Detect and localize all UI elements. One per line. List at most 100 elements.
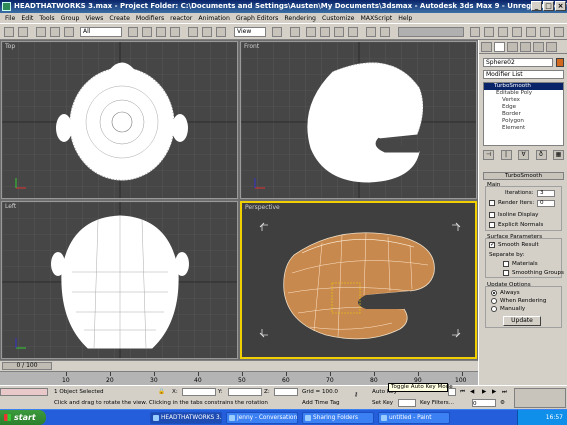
key-filters-button[interactable]: Key Filters...: [420, 399, 456, 407]
viewport-left-label[interactable]: Left: [5, 203, 16, 210]
stack-subitem-polygon[interactable]: Polygon: [484, 118, 563, 125]
prev-frame-icon[interactable]: ◀: [470, 388, 480, 396]
reference-coord-dropdown[interactable]: View: [234, 27, 266, 37]
bind-spacewarp-icon[interactable]: [64, 27, 74, 37]
smoothing-groups-checkbox[interactable]: [503, 270, 509, 276]
redo-icon[interactable]: [18, 27, 28, 37]
viewport-front-label[interactable]: Front: [244, 43, 259, 50]
object-color-swatch[interactable]: [556, 58, 564, 67]
material-editor-icon[interactable]: [512, 27, 522, 37]
menu-file[interactable]: File: [2, 15, 18, 22]
viewport-front[interactable]: Front: [240, 41, 477, 199]
menu-maxscript[interactable]: MAXScript: [357, 15, 395, 22]
move-icon[interactable]: [188, 27, 198, 37]
menu-rendering[interactable]: Rendering: [281, 15, 319, 22]
menu-edit[interactable]: Edit: [18, 15, 36, 22]
update-button[interactable]: Update: [503, 316, 541, 326]
modifier-list-dropdown[interactable]: Modifier List: [483, 70, 564, 79]
x-coordinate-field[interactable]: [182, 388, 216, 396]
update-manually-radio[interactable]: [491, 306, 497, 312]
system-tray-clock[interactable]: 16:57: [517, 410, 567, 425]
mirror-icon[interactable]: [366, 27, 376, 37]
spinner-snap-icon[interactable]: [348, 27, 358, 37]
percent-snap-icon[interactable]: [334, 27, 344, 37]
task-3dsmax[interactable]: HEADTHATWORKS 3....: [150, 412, 222, 424]
configure-sets-icon[interactable]: ▦: [553, 150, 564, 160]
curve-editor-icon[interactable]: [484, 27, 494, 37]
align-icon[interactable]: [380, 27, 390, 37]
quick-render-icon[interactable]: [540, 27, 550, 37]
show-end-result-icon[interactable]: |: [500, 150, 512, 160]
select-object-icon[interactable]: [128, 27, 138, 37]
render-iters-spinner[interactable]: 0: [537, 200, 555, 207]
explicit-normals-checkbox[interactable]: [489, 222, 495, 228]
link-icon[interactable]: [36, 27, 46, 37]
update-when-rendering-radio[interactable]: [491, 298, 497, 304]
layer-manager-icon[interactable]: [470, 27, 480, 37]
lock-selection-icon[interactable]: 🔒: [158, 388, 166, 396]
isoline-display-checkbox[interactable]: [489, 212, 495, 218]
snap-icon[interactable]: [306, 27, 316, 37]
menu-tools[interactable]: Tools: [36, 15, 57, 22]
add-time-tag[interactable]: Add Time Tag: [302, 399, 352, 407]
quick-launch-icons[interactable]: [52, 414, 132, 422]
render-scene-icon[interactable]: [526, 27, 536, 37]
hierarchy-tab-icon[interactable]: [507, 42, 518, 52]
menu-views[interactable]: Views: [82, 15, 106, 22]
materials-checkbox[interactable]: [503, 261, 509, 267]
viewport-navigation-controls[interactable]: [514, 388, 566, 408]
menu-modifiers[interactable]: Modifiers: [133, 15, 167, 22]
render-teapot-icon[interactable]: [554, 27, 564, 37]
stack-subitem-element[interactable]: Element: [484, 125, 563, 132]
scale-icon[interactable]: [216, 27, 226, 37]
pivot-icon[interactable]: [272, 27, 282, 37]
maximize-button[interactable]: □: [543, 1, 554, 11]
goto-end-icon[interactable]: ⏭: [502, 388, 512, 396]
stack-subitem-vertex[interactable]: Vertex: [484, 97, 563, 104]
key-icon[interactable]: ⚷: [354, 391, 366, 399]
viewport-top-label[interactable]: Top: [5, 43, 15, 50]
close-button[interactable]: ×: [555, 1, 566, 11]
menu-animation[interactable]: Animation: [195, 15, 233, 22]
viewport-perspective[interactable]: Perspective: [240, 201, 477, 359]
task-paint[interactable]: untitled - Paint: [378, 412, 450, 424]
select-by-name-icon[interactable]: [142, 27, 152, 37]
named-selection-sets[interactable]: [398, 27, 464, 37]
undo-icon[interactable]: [4, 27, 14, 37]
menu-customize[interactable]: Customize: [319, 15, 357, 22]
utilities-tab-icon[interactable]: [546, 42, 557, 52]
next-frame-icon[interactable]: ▶: [492, 388, 502, 396]
angle-snap-icon[interactable]: [320, 27, 330, 37]
maxscript-listener[interactable]: [0, 388, 48, 396]
z-coordinate-field[interactable]: [274, 388, 298, 396]
object-name-field[interactable]: Sphere02: [483, 58, 553, 67]
unlink-icon[interactable]: [50, 27, 60, 37]
menu-group[interactable]: Group: [58, 15, 83, 22]
smooth-result-checkbox[interactable]: [489, 241, 495, 248]
viewport-left[interactable]: Left: [1, 201, 238, 359]
update-always-radio[interactable]: [491, 290, 497, 296]
remove-modifier-icon[interactable]: ð: [535, 150, 547, 160]
modify-tab-icon[interactable]: [494, 42, 505, 52]
menu-graph-editors[interactable]: Graph Editors: [233, 15, 281, 22]
selection-filter[interactable]: All: [80, 27, 122, 37]
set-key-icon[interactable]: [398, 399, 416, 407]
menu-reactor[interactable]: reactor: [167, 15, 195, 22]
y-coordinate-field[interactable]: [228, 388, 262, 396]
stack-item-editable-poly[interactable]: Editable Poly: [484, 90, 563, 97]
iterations-spinner[interactable]: 3: [537, 190, 555, 197]
select-manipulate-icon[interactable]: [290, 27, 300, 37]
menu-create[interactable]: Create: [106, 15, 133, 22]
set-key-button[interactable]: Set Key: [372, 399, 396, 407]
display-tab-icon[interactable]: [533, 42, 544, 52]
current-frame-field[interactable]: 0: [472, 399, 496, 407]
turbosmooth-rollout-header[interactable]: TurboSmooth: [483, 172, 564, 180]
region-select-icon[interactable]: [156, 27, 166, 37]
minimize-button[interactable]: _: [531, 1, 542, 11]
play-icon[interactable]: ▶: [482, 388, 492, 396]
schematic-view-icon[interactable]: [498, 27, 508, 37]
create-tab-icon[interactable]: [481, 42, 492, 52]
make-unique-icon[interactable]: ∀: [518, 150, 529, 160]
viewport-top[interactable]: Top: [1, 41, 238, 199]
task-jenny-conversation[interactable]: Jenny - Conversation: [226, 412, 298, 424]
